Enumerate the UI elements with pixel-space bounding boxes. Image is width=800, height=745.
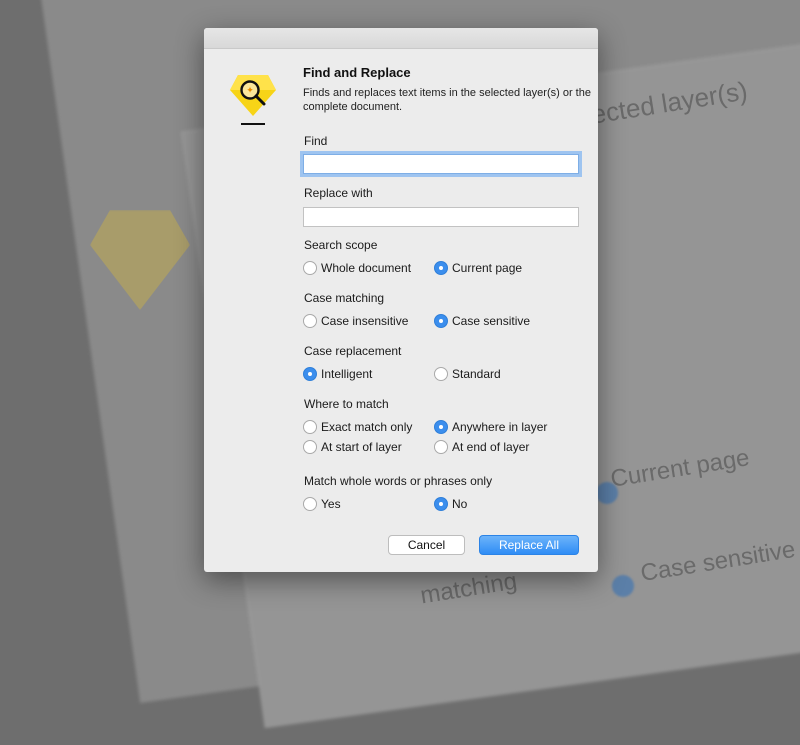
radio-exact-match-only[interactable]: Exact match only [303, 420, 412, 434]
radio-current-page[interactable]: Current page [434, 261, 522, 275]
radio-icon [303, 497, 317, 511]
radio-yes[interactable]: Yes [303, 497, 341, 511]
radio-label: Anywhere in layer [452, 420, 548, 434]
radio-icon [434, 440, 448, 454]
radio-label: Intelligent [321, 367, 373, 381]
find-replace-dialog: ✦ Find and Replace Finds and replaces te… [204, 28, 598, 572]
find-field[interactable] [303, 154, 579, 174]
radio-selected-icon [434, 261, 448, 275]
title-bar[interactable] [204, 28, 598, 49]
radio-label: No [452, 497, 468, 511]
radio-label: Case sensitive [452, 314, 531, 328]
radio-whole-document[interactable]: Whole document [303, 261, 411, 275]
radio-standard[interactable]: Standard [434, 367, 501, 381]
replace-input[interactable] [304, 208, 578, 226]
radio-label: Current page [452, 261, 523, 275]
case-matching-label: Case matching [304, 291, 385, 305]
find-replace-gem-icon: ✦ [230, 75, 276, 125]
radio-icon [434, 367, 448, 381]
radio-label: Whole document [321, 261, 412, 275]
radio-label: Yes [321, 497, 341, 511]
whole-words-label: Match whole words or phrases only [304, 474, 493, 488]
radio-selected-icon [434, 314, 448, 328]
search-scope-label: Search scope [304, 238, 378, 252]
radio-icon [303, 420, 317, 434]
cancel-button[interactable]: Cancel [388, 535, 465, 555]
case-replacement-label: Case replacement [304, 344, 402, 358]
radio-at-end-of-layer[interactable]: At end of layer [434, 440, 529, 454]
radio-label: Standard [452, 367, 501, 381]
radio-selected-icon [303, 367, 317, 381]
replace-label: Replace with [304, 186, 373, 200]
replace-all-button[interactable]: Replace All [479, 535, 579, 555]
radio-case-sensitive[interactable]: Case sensitive [434, 314, 530, 328]
radio-no[interactable]: No [434, 497, 467, 511]
where-to-match-label: Where to match [304, 397, 389, 411]
radio-selected-icon [434, 420, 448, 434]
radio-icon [303, 314, 317, 328]
radio-label: At start of layer [321, 440, 402, 454]
radio-anywhere-in-layer[interactable]: Anywhere in layer [434, 420, 547, 434]
find-label: Find [304, 134, 328, 148]
dialog-title: Find and Replace [303, 65, 411, 80]
svg-text:✦: ✦ [246, 86, 254, 96]
radio-label: At end of layer [452, 440, 530, 454]
replace-field[interactable] [303, 207, 579, 227]
radio-icon [303, 261, 317, 275]
find-input[interactable] [304, 155, 578, 173]
radio-label: Exact match only [321, 420, 413, 434]
radio-case-insensitive[interactable]: Case insensitive [303, 314, 408, 328]
radio-at-start-of-layer[interactable]: At start of layer [303, 440, 402, 454]
dialog-description: Finds and replaces text items in the sel… [303, 87, 591, 113]
background-radio-icon [596, 482, 618, 504]
radio-icon [303, 440, 317, 454]
radio-intelligent[interactable]: Intelligent [303, 367, 372, 381]
radio-label: Case insensitive [321, 314, 409, 328]
radio-selected-icon [434, 497, 448, 511]
background-radio-icon [612, 575, 634, 597]
